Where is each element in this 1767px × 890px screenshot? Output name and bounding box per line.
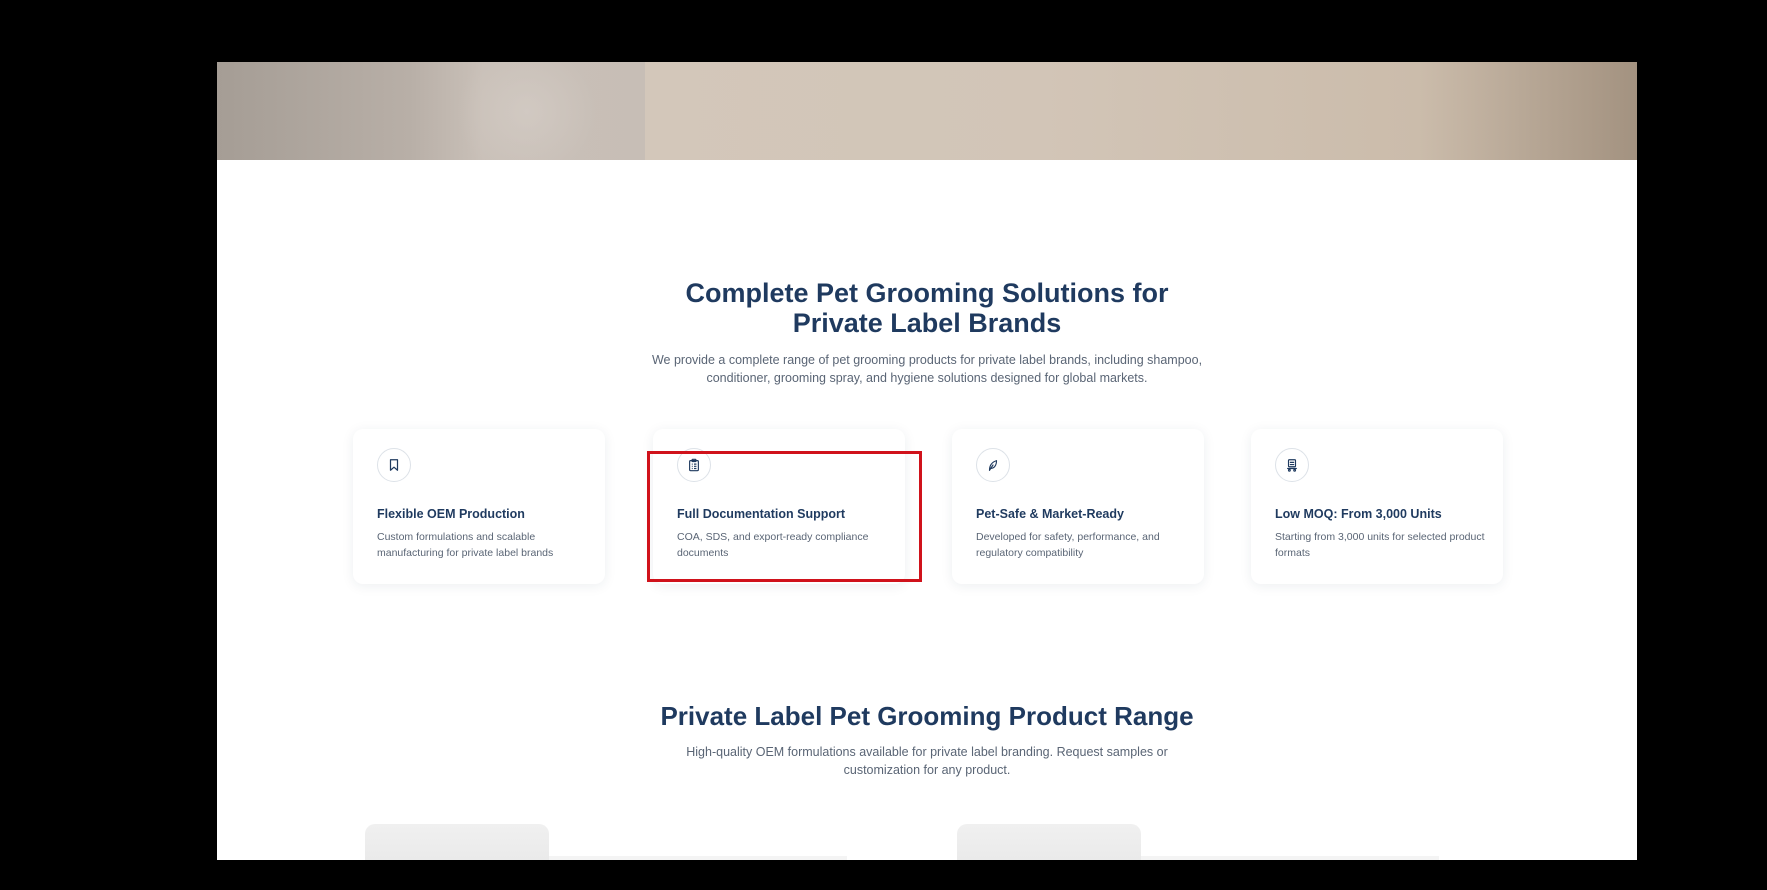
shield-leaf-icon [976,448,1010,482]
hero-image-right [645,62,1637,160]
feature-title: Full Documentation Support [677,507,846,521]
feature-description: Developed for safety, performance, and r… [976,531,1160,559]
solutions-title-line2: Private Label Brands [792,308,1062,338]
solutions-description: We provide a complete range of pet groom… [217,351,1637,387]
feature-title: Low MOQ: From 3,000 Units [1275,507,1442,521]
feature-description: COA, SDS, and export-ready compliance do… [677,531,869,559]
solutions-title: Complete Pet Grooming Solutions for Priv… [217,278,1637,338]
product-range-desc-line2: customization for any product. [843,763,1011,777]
page-viewport: Complete Pet Grooming Solutions for Priv… [217,62,1637,860]
product-range-description: High-quality OEM formulations available … [217,743,1637,779]
product-range-title: Private Label Pet Grooming Product Range [660,701,1194,731]
feature-card-pet-safe[interactable]: Pet-Safe & Market-Ready Developed for sa… [952,429,1204,584]
solutions-desc-line1: We provide a complete range of pet groom… [651,353,1203,367]
feature-card-documentation[interactable]: Full Documentation Support COA, SDS, and… [653,429,905,584]
bookmark-icon [377,448,411,482]
dolly-icon [1275,448,1309,482]
solutions-desc-line2: conditioner, grooming spray, and hygiene… [706,371,1148,385]
hero-image [217,62,1637,160]
feature-cards: Flexible OEM Production Custom formulati… [353,429,1503,584]
product-range-desc-line1: High-quality OEM formulations available … [686,745,1168,759]
solutions-title-line1: Complete Pet Grooming Solutions for [685,278,1169,308]
feature-card-low-moq[interactable]: Low MOQ: From 3,000 Units Starting from … [1251,429,1503,584]
feature-card-oem[interactable]: Flexible OEM Production Custom formulati… [353,429,605,584]
product-card-image[interactable] [365,824,549,860]
clipboard-icon [677,448,711,482]
feature-description: Custom formulations and scalable manufac… [377,531,554,559]
feature-description: Starting from 3,000 units for selected p… [1275,531,1485,559]
feature-title: Flexible OEM Production [377,507,525,521]
product-card-image[interactable] [957,824,1141,860]
feature-title: Pet-Safe & Market-Ready [976,507,1124,521]
hero-image-left [217,62,645,160]
